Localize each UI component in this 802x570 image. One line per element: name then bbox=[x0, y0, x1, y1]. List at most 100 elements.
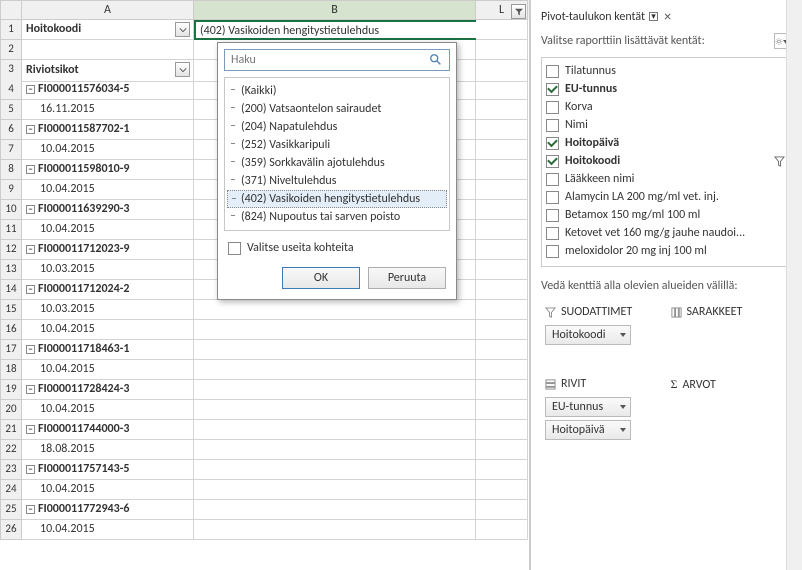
cell[interactable] bbox=[194, 440, 476, 460]
field-checkbox[interactable] bbox=[546, 137, 559, 150]
date-cell[interactable]: 10.03.2015 bbox=[22, 300, 194, 320]
cell[interactable] bbox=[194, 500, 476, 520]
row-labels-header[interactable]: Riviotsikot bbox=[22, 60, 194, 82]
group-row[interactable]: −FI000011712023-9 bbox=[22, 240, 194, 260]
row-header[interactable]: 1 bbox=[0, 20, 22, 40]
field-item[interactable]: Nimi bbox=[544, 116, 789, 134]
field-item[interactable]: Alamycin LA 200 mg/ml vet. inj. bbox=[544, 188, 789, 206]
cell[interactable] bbox=[476, 460, 528, 480]
cell[interactable] bbox=[476, 300, 528, 320]
row-header[interactable]: 22 bbox=[0, 440, 22, 460]
row-header[interactable]: 19 bbox=[0, 380, 22, 400]
filter-item[interactable]: (824) Nupoutus tai sarven poisto bbox=[227, 208, 447, 226]
cell[interactable] bbox=[476, 20, 528, 40]
group-row[interactable]: −FI000011757143-5 bbox=[22, 460, 194, 480]
date-cell[interactable]: 10.04.2015 bbox=[22, 220, 194, 240]
filter-search-input[interactable]: Haku bbox=[224, 49, 450, 71]
cell[interactable] bbox=[476, 200, 528, 220]
row-header[interactable]: 2 bbox=[0, 40, 22, 60]
cell[interactable] bbox=[476, 400, 528, 420]
date-cell[interactable]: 10.04.2015 bbox=[22, 180, 194, 200]
col-header-A[interactable]: A bbox=[22, 0, 194, 20]
field-checkbox[interactable] bbox=[546, 65, 559, 78]
filter-dropdown-icon[interactable] bbox=[511, 4, 526, 19]
field-item[interactable]: Korva bbox=[544, 98, 789, 116]
dropdown-icon[interactable]: ▾ bbox=[649, 12, 658, 21]
cell[interactable] bbox=[194, 520, 476, 540]
row-header[interactable]: 5 bbox=[0, 100, 22, 120]
collapse-icon[interactable]: − bbox=[26, 245, 35, 254]
cell[interactable] bbox=[476, 120, 528, 140]
cell[interactable] bbox=[194, 320, 476, 340]
cell[interactable] bbox=[194, 380, 476, 400]
field-checkbox[interactable] bbox=[546, 209, 559, 222]
group-row[interactable]: −FI000011744000-3 bbox=[22, 420, 194, 440]
row-header[interactable]: 6 bbox=[0, 120, 22, 140]
row-header[interactable]: 13 bbox=[0, 260, 22, 280]
cell[interactable] bbox=[476, 220, 528, 240]
cell[interactable] bbox=[476, 340, 528, 360]
multi-checkbox[interactable] bbox=[228, 242, 241, 255]
field-item[interactable]: Tilatunnus bbox=[544, 62, 789, 80]
date-cell[interactable]: 10.04.2015 bbox=[22, 140, 194, 160]
cell[interactable] bbox=[476, 140, 528, 160]
date-cell[interactable]: 10.04.2015 bbox=[22, 480, 194, 500]
field-item[interactable]: Hoitopäivä bbox=[544, 134, 789, 152]
filters-area[interactable]: SUODATTIMET Hoitokoodi bbox=[541, 299, 667, 371]
row-header[interactable]: 14 bbox=[0, 280, 22, 300]
cell[interactable] bbox=[476, 500, 528, 520]
cell[interactable] bbox=[476, 320, 528, 340]
row-header[interactable]: 3 bbox=[0, 60, 22, 82]
row-header[interactable]: 12 bbox=[0, 240, 22, 260]
group-row[interactable]: −FI000011728424-3 bbox=[22, 380, 194, 400]
row-header[interactable]: 11 bbox=[0, 220, 22, 240]
field-checkbox[interactable] bbox=[546, 191, 559, 204]
field-item[interactable]: EU-tunnus bbox=[544, 80, 789, 98]
field-item[interactable]: meloxidolor 20 mg inj 100 ml bbox=[544, 242, 789, 260]
cell[interactable] bbox=[22, 40, 194, 60]
filter-item[interactable]: (371) Niveltulehdus bbox=[227, 172, 447, 190]
collapse-icon[interactable]: − bbox=[26, 125, 35, 134]
cell[interactable] bbox=[194, 480, 476, 500]
field-checkbox[interactable] bbox=[546, 227, 559, 240]
rows-area[interactable]: RIVIT EU-tunnus Hoitopäivä bbox=[541, 371, 667, 459]
cell[interactable] bbox=[476, 420, 528, 440]
cell[interactable] bbox=[476, 440, 528, 460]
cell[interactable] bbox=[476, 40, 528, 60]
collapse-icon[interactable]: − bbox=[26, 385, 35, 394]
filter-item[interactable]: (402) Vasikoiden hengitystietulehdus bbox=[227, 190, 447, 208]
field-checkbox[interactable] bbox=[546, 155, 559, 168]
field-checkbox[interactable] bbox=[546, 173, 559, 186]
multi-select-option[interactable]: Valitse useita kohteita bbox=[228, 241, 446, 255]
cell[interactable] bbox=[476, 380, 528, 400]
date-cell[interactable]: 10.04.2015 bbox=[22, 400, 194, 420]
field-item[interactable]: Ketovet vet 160 mg/g jauhe naudoi... bbox=[544, 224, 789, 242]
date-cell[interactable]: 16.11.2015 bbox=[22, 100, 194, 120]
group-row[interactable]: −FI000011718463-1 bbox=[22, 340, 194, 360]
row-header[interactable]: 8 bbox=[0, 160, 22, 180]
cell[interactable] bbox=[476, 360, 528, 380]
close-icon[interactable]: × bbox=[664, 8, 671, 25]
date-cell[interactable]: 18.08.2015 bbox=[22, 440, 194, 460]
field-checkbox[interactable] bbox=[546, 83, 559, 96]
row-header[interactable]: 4 bbox=[0, 80, 22, 100]
filter-item[interactable]: (359) Sorkkavälin ajotulehdus bbox=[227, 154, 447, 172]
row-header[interactable]: 16 bbox=[0, 320, 22, 340]
date-cell[interactable]: 10.03.2015 bbox=[22, 260, 194, 280]
collapse-icon[interactable]: − bbox=[26, 205, 35, 214]
field-item[interactable]: Lääkkeen nimi bbox=[544, 170, 789, 188]
row-header[interactable]: 20 bbox=[0, 400, 22, 420]
field-item[interactable]: Betamox 150 mg/ml 100 ml bbox=[544, 206, 789, 224]
filter-item[interactable]: (Kaikki) bbox=[227, 82, 447, 100]
cell[interactable] bbox=[194, 420, 476, 440]
columns-area[interactable]: SARAKKEET bbox=[667, 299, 793, 371]
select-all-corner[interactable] bbox=[0, 0, 22, 20]
group-row[interactable]: −FI000011598010-9 bbox=[22, 160, 194, 180]
values-area[interactable]: ΣARVOT bbox=[667, 371, 793, 459]
col-header-B[interactable]: B bbox=[194, 0, 476, 20]
collapse-icon[interactable]: − bbox=[26, 505, 35, 514]
group-row[interactable]: −FI000011639290-3 bbox=[22, 200, 194, 220]
row-header[interactable]: 23 bbox=[0, 460, 22, 480]
collapse-icon[interactable]: − bbox=[26, 165, 35, 174]
cell[interactable] bbox=[194, 340, 476, 360]
